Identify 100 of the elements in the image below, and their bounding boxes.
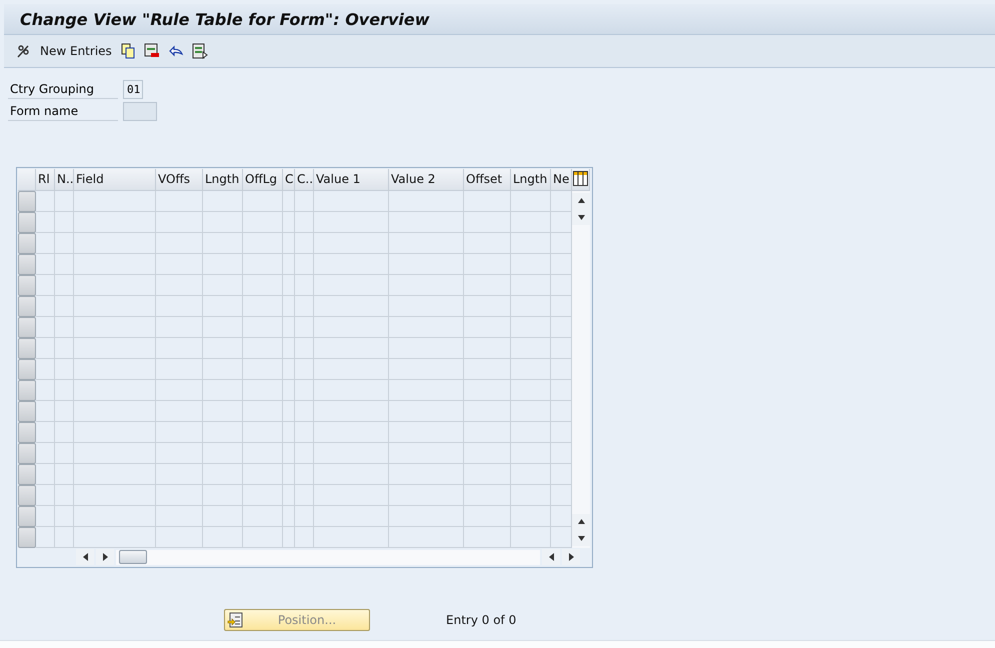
table-cell[interactable] [36,506,55,527]
table-cell[interactable] [511,506,551,527]
table-cell[interactable] [389,212,464,233]
table-cell[interactable] [156,212,203,233]
table-cell[interactable] [156,359,203,380]
column-header[interactable]: N.. [55,169,74,191]
new-entries-button[interactable]: New Entries [40,44,112,58]
table-cell[interactable] [551,275,572,296]
table-cell[interactable] [314,401,389,422]
table-cell[interactable] [389,506,464,527]
table-cell[interactable] [389,464,464,485]
row-selector[interactable] [18,233,36,254]
table-cell[interactable] [243,527,283,548]
table-cell[interactable] [55,296,74,317]
table-cell[interactable] [511,338,551,359]
table-cell[interactable] [551,380,572,401]
table-cell[interactable] [389,275,464,296]
scroll-up-button[interactable] [572,193,590,209]
scroll-left-button[interactable] [76,549,94,565]
table-cell[interactable] [36,401,55,422]
table-cell[interactable] [243,401,283,422]
table-cell[interactable] [464,464,511,485]
table-cell[interactable] [156,401,203,422]
table-cell[interactable] [243,422,283,443]
table-cell[interactable] [551,254,572,275]
table-cell[interactable] [36,443,55,464]
table-cell[interactable] [283,506,295,527]
table-cell[interactable] [156,317,203,338]
table-cell[interactable] [156,296,203,317]
table-cell[interactable] [74,191,156,212]
row-selector[interactable] [18,317,36,338]
table-cell[interactable] [511,443,551,464]
table-cell[interactable] [156,254,203,275]
table-cell[interactable] [283,317,295,338]
table-cell[interactable] [243,464,283,485]
table-cell[interactable] [314,296,389,317]
horizontal-scrollbar[interactable] [116,550,540,564]
table-cell[interactable] [551,338,572,359]
table-cell[interactable] [389,380,464,401]
table-cell[interactable] [74,338,156,359]
table-cell[interactable] [551,212,572,233]
table-cell[interactable] [314,233,389,254]
table-cell[interactable] [464,254,511,275]
table-cell[interactable] [464,233,511,254]
table-cell[interactable] [243,443,283,464]
table-cell[interactable] [156,527,203,548]
table-cell[interactable] [295,191,314,212]
table-cell[interactable] [243,191,283,212]
table-cell[interactable] [55,191,74,212]
list-select-icon[interactable] [192,43,208,59]
table-cell[interactable] [156,506,203,527]
table-cell[interactable] [55,527,74,548]
table-cell[interactable] [36,191,55,212]
table-cell[interactable] [243,233,283,254]
table-cell[interactable] [464,359,511,380]
table-cell[interactable] [314,464,389,485]
table-cell[interactable] [55,359,74,380]
table-cell[interactable] [55,212,74,233]
table-cell[interactable] [314,506,389,527]
column-header[interactable]: OffLg [243,169,283,191]
table-cell[interactable] [55,338,74,359]
table-cell[interactable] [283,296,295,317]
table-cell[interactable] [243,296,283,317]
row-selector[interactable] [18,254,36,275]
table-cell[interactable] [464,275,511,296]
table-cell[interactable] [74,359,156,380]
table-cell[interactable] [203,359,243,380]
table-cell[interactable] [511,275,551,296]
table-cell[interactable] [243,317,283,338]
table-cell[interactable] [36,422,55,443]
table-cell[interactable] [511,233,551,254]
table-cell[interactable] [551,485,572,506]
table-cell[interactable] [295,275,314,296]
row-selector[interactable] [18,212,36,233]
table-cell[interactable] [283,254,295,275]
table-cell[interactable] [511,527,551,548]
table-cell[interactable] [156,233,203,254]
scroll-right-button[interactable] [96,549,114,565]
table-cell[interactable] [511,296,551,317]
table-cell[interactable] [243,338,283,359]
table-cell[interactable] [156,191,203,212]
table-cell[interactable] [551,443,572,464]
table-cell[interactable] [203,317,243,338]
scroll-right-button[interactable] [562,549,580,565]
table-cell[interactable] [203,212,243,233]
table-cell[interactable] [314,191,389,212]
table-cell[interactable] [314,527,389,548]
row-selector[interactable] [18,443,36,464]
scroll-up-button[interactable] [572,514,590,530]
table-cell[interactable] [314,422,389,443]
table-cell[interactable] [295,233,314,254]
column-header[interactable]: VOffs [156,169,203,191]
table-cell[interactable] [511,359,551,380]
table-cell[interactable] [314,380,389,401]
table-cell[interactable] [389,191,464,212]
table-cell[interactable] [295,422,314,443]
table-cell[interactable] [511,254,551,275]
row-selector[interactable] [18,296,36,317]
table-cell[interactable] [156,422,203,443]
table-cell[interactable] [295,464,314,485]
